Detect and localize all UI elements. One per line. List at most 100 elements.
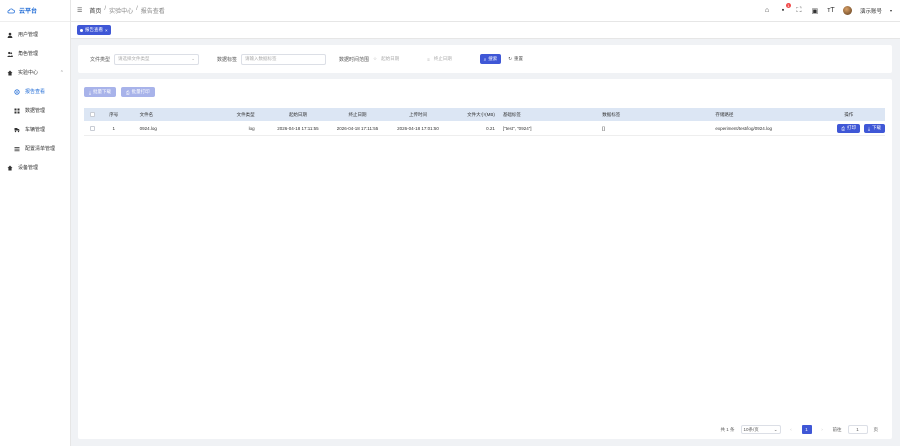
avatar[interactable] (842, 6, 852, 15)
sidebar-item-label: 实验中心 (18, 70, 39, 76)
download-button[interactable]: ⤓ 下载 (864, 123, 885, 133)
sidebar-item-label: 数据管理 (25, 108, 46, 114)
app-logo[interactable]: 云平台 (0, 0, 70, 22)
chevron-down-icon[interactable]: ▾ (890, 8, 892, 13)
batch-download-button[interactable]: ⤓ 批量下载 (84, 87, 116, 97)
font-size-icon[interactable]: ᴛT (827, 7, 835, 14)
breadcrumb-current: 报告查看 (140, 9, 165, 15)
goto-label: 前往 (832, 426, 842, 432)
sidebar-item-report-view[interactable]: 报告查看 (0, 82, 70, 101)
row-storage-path: experiment/test/log/0924.log (715, 125, 772, 131)
search-button[interactable]: ⌕ 搜索 (479, 54, 502, 64)
checkbox-box (90, 125, 96, 131)
username[interactable]: 演示账号 (860, 7, 882, 15)
chevron-down-icon: ⌄ (773, 426, 778, 432)
sidebar-item-roles[interactable]: 角色管理 (0, 44, 70, 63)
col-end-date: 终止日期 (348, 111, 367, 117)
start-date-input[interactable]: 起始日期 (381, 56, 423, 62)
download-icon: ⤓ (89, 89, 91, 95)
sidebar-item-label: 设备管理 (18, 165, 39, 171)
row-file-size: 0.21 (486, 125, 495, 131)
time-range-label: 数据时间范围 (339, 56, 370, 63)
pagination: 共 1 条 10条/页 ⌄ ‹ 1 › 前往 1 页 (720, 425, 878, 434)
select-all-checkbox[interactable] (84, 112, 102, 117)
list-icon (14, 146, 20, 152)
tags-bar: 报告查看 × (71, 22, 900, 39)
col-storage-path: 存储路径 (715, 111, 734, 117)
row-filename: 0924.log (139, 125, 157, 131)
print-button[interactable]: ⎙ 打印 (837, 123, 860, 133)
chart-icon[interactable]: ▣ (811, 7, 819, 15)
sidebar-item-label: 配置清单管理 (25, 146, 56, 152)
calendar-icon: ☆ (373, 56, 378, 61)
total-count: 共 1 条 (720, 426, 735, 432)
prev-page-button[interactable]: ‹ (787, 425, 796, 434)
date-range-picker[interactable]: ☆ 起始日期 ≡ 终止日期 (373, 54, 476, 65)
message-icon[interactable]: ▪ 1 (779, 3, 791, 14)
grid-icon (14, 108, 20, 114)
row-upload-time: 2026-04-18 17:01:50 (397, 125, 439, 131)
separator-icon: ≡ (427, 56, 430, 62)
app-title: 云平台 (19, 9, 38, 15)
sidebar-item-experiment-center[interactable]: 实验中心 ⌃ (0, 63, 70, 82)
report-table: 序号 文件名 文件类型 起始日期 终止日期 上传时间 文件大小(MB) 基础标签… (84, 108, 885, 136)
house-icon[interactable]: ⌂ (763, 7, 771, 14)
page-number-current[interactable]: 1 (801, 425, 812, 434)
tag-dot-icon (80, 28, 83, 32)
sidebar-item-vehicle-management[interactable]: 车辆管理 (0, 120, 70, 139)
next-page-button[interactable]: › (818, 425, 827, 434)
page-size-select[interactable]: 10条/页 ⌄ (740, 425, 781, 434)
row-operations: ⎙ 打印 ⤓ 下载 (813, 123, 885, 133)
col-data-tags: 数据标签 (602, 111, 621, 117)
sidebar-item-config-list[interactable]: 配置清单管理 (0, 139, 70, 158)
chevron-up-icon: ⌃ (59, 69, 64, 76)
vehicle-icon (14, 127, 20, 133)
sidebar-item-data-management[interactable]: 数据管理 (0, 101, 70, 120)
page-size-value: 10条/页 (743, 426, 759, 432)
batch-print-button[interactable]: ⎙ 批量打印 (121, 87, 155, 97)
checkbox-box (90, 112, 96, 117)
sidebar-item-label: 车辆管理 (25, 127, 46, 133)
sidebar-item-label: 报告查看 (25, 89, 46, 95)
col-seq: 序号 (109, 111, 119, 117)
col-operations: 操作 (844, 111, 854, 117)
search-button-label: 搜索 (488, 56, 498, 61)
reset-button-label: 重置 (514, 56, 524, 61)
col-base-tags: 基础标签 (502, 111, 521, 117)
batch-print-label: 批量打印 (131, 89, 150, 94)
breadcrumb-experiment-center[interactable]: 实验中心 (109, 6, 133, 15)
download-button-label: 下载 (872, 125, 881, 130)
row-data-tags: [] (602, 125, 605, 131)
tag-report-view[interactable]: 报告查看 × (77, 25, 111, 35)
sidebar-item-label: 角色管理 (18, 51, 39, 57)
report-icon (14, 88, 20, 95)
sidebar: 云平台 用户管理 角色管理 实验中心 ⌃ 报告查看 数据管理 车辆管理 配置清单… (0, 0, 71, 446)
close-icon[interactable]: × (105, 28, 108, 33)
menu-toggle-icon[interactable]: ☰ (77, 7, 82, 14)
search-form: 文件类型 请选择文件类型 ⌄ 数据标签 请输入数据标签 数据时间范围 ☆ 起始日… (78, 45, 892, 73)
row-filetype: log (248, 125, 255, 131)
sidebar-item-label: 用户管理 (18, 32, 39, 38)
row-base-tags: ["test", "0924"] (502, 125, 532, 131)
goto-page-input[interactable]: 1 (847, 425, 868, 434)
user-icon (7, 32, 13, 38)
sidebar-item-users[interactable]: 用户管理 (0, 25, 70, 44)
file-type-select[interactable]: 请选择文件类型 ⌄ (114, 53, 200, 65)
data-tag-placeholder: 请输入数据标签 (245, 56, 277, 61)
breadcrumb-separator: / (104, 6, 107, 12)
top-header: ☰ 首页 / 实验中心 / 报告查看 ⌂ ▪ 1 ⛶ ▣ ᴛT 演示账号 ▾ (71, 0, 900, 22)
sidebar-item-device-management[interactable]: 设备管理 (0, 158, 70, 177)
table-header: 序号 文件名 文件类型 起始日期 终止日期 上传时间 文件大小(MB) 基础标签… (84, 108, 885, 121)
breadcrumb-home[interactable]: 首页 (89, 6, 101, 15)
col-file-size: 文件大小(MB) (467, 111, 495, 117)
download-icon: ⤓ (868, 125, 870, 131)
data-tag-input[interactable]: 请输入数据标签 (241, 53, 327, 65)
row-start-date: 2026-04-18 17:11:55 (277, 125, 319, 131)
reset-button[interactable]: ↻ 重置 (504, 54, 527, 64)
row-checkbox[interactable] (84, 125, 102, 131)
end-date-input[interactable]: 终止日期 (434, 56, 476, 62)
row-seq: 1 (112, 125, 115, 131)
fullscreen-icon[interactable]: ⛶ (795, 7, 803, 15)
toolbar: ⤓ 批量下载 ⎙ 批量打印 (84, 87, 155, 97)
role-icon (7, 51, 13, 57)
